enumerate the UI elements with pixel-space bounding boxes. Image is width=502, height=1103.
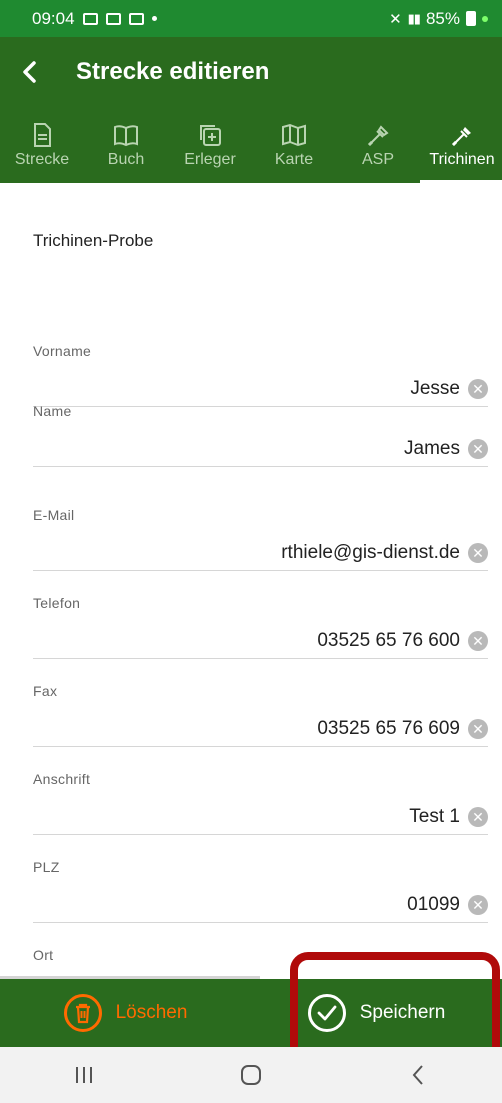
- tab-asp[interactable]: ASP: [336, 107, 420, 183]
- field-value: Jesse: [410, 377, 460, 399]
- field-label: Anschrift: [33, 771, 91, 787]
- save-button[interactable]: Speichern: [251, 979, 502, 1047]
- tab-buch[interactable]: Buch: [84, 107, 168, 183]
- add-copy-icon: [200, 125, 221, 146]
- trash-icon: [63, 994, 102, 1032]
- field-label: Name: [33, 403, 72, 419]
- tab-label: Trichinen: [429, 151, 495, 168]
- delete-button[interactable]: Löschen: [0, 979, 251, 1047]
- field-label: Fax: [33, 683, 58, 699]
- field-value: 03525 65 76 600: [317, 629, 460, 651]
- gallery-notification-icon: [82, 12, 98, 25]
- clear-icon[interactable]: ✕: [468, 542, 488, 563]
- chevron-left-icon: [23, 61, 36, 83]
- clear-icon[interactable]: ✕: [468, 806, 488, 827]
- save-label: Speichern: [359, 1002, 446, 1023]
- tab-label: Strecke: [14, 151, 70, 168]
- field-anschrift: Anschrift Test 1 ✕: [33, 771, 488, 835]
- field-name: Name James ✕: [33, 403, 488, 467]
- field-label: PLZ: [33, 859, 60, 875]
- field-value: Test 1: [409, 805, 460, 827]
- status-left: 09:04: [32, 9, 157, 29]
- form-content[interactable]: Trichinen-Probe Vorname Jesse ✕ Name Jam…: [0, 183, 502, 979]
- field-telefon: Telefon 03525 65 76 600 ✕: [33, 595, 488, 659]
- tab-label: Erleger: [184, 151, 236, 168]
- system-nav: [0, 1047, 502, 1103]
- field-plz: PLZ 01099 ✕: [33, 859, 488, 923]
- clear-icon[interactable]: ✕: [468, 378, 488, 399]
- action-bar: Löschen Speichern: [0, 979, 502, 1047]
- field-ort: Ort: [33, 947, 488, 963]
- clear-icon[interactable]: ✕: [468, 630, 488, 651]
- tab-strecke[interactable]: Strecke: [0, 107, 84, 183]
- email-input[interactable]: rthiele@gis-dienst.de ✕: [33, 535, 488, 571]
- anschrift-input[interactable]: Test 1 ✕: [33, 799, 488, 835]
- field-vorname: Vorname Jesse ✕: [33, 343, 488, 407]
- recent-apps-button[interactable]: [44, 1047, 124, 1103]
- tab-bar: Strecke Buch Erleger Karte ASP Trichinen: [0, 107, 502, 183]
- fax-input[interactable]: 03525 65 76 609 ✕: [33, 711, 488, 747]
- delete-label: Löschen: [115, 1002, 188, 1023]
- charging-icon: [482, 15, 488, 22]
- clear-icon[interactable]: ✕: [468, 718, 488, 739]
- status-time: 09:04: [32, 8, 75, 28]
- section-title: Trichinen-Probe: [33, 231, 154, 250]
- tab-trichinen[interactable]: Trichinen: [420, 107, 502, 183]
- chevron-left-icon: [412, 1065, 424, 1085]
- field-value: 03525 65 76 609: [317, 717, 460, 739]
- check-icon: [307, 994, 346, 1032]
- plz-input[interactable]: 01099 ✕: [33, 887, 488, 923]
- tab-erleger[interactable]: Erleger: [168, 107, 252, 183]
- field-label: Telefon: [33, 595, 81, 611]
- field-label: Vorname: [33, 343, 92, 359]
- clear-icon[interactable]: ✕: [468, 438, 488, 459]
- field-fax: Fax 03525 65 76 609 ✕: [33, 683, 488, 747]
- name-input[interactable]: James ✕: [33, 431, 488, 467]
- status-right: ✕ ▮▮ 85%: [389, 9, 488, 29]
- field-value: 01099: [407, 893, 460, 915]
- video-notification-icon: [105, 12, 121, 25]
- clear-icon[interactable]: ✕: [468, 894, 488, 915]
- map-icon: [282, 123, 306, 147]
- pipette-icon: [451, 127, 471, 147]
- vorname-input[interactable]: Jesse ✕: [33, 371, 488, 407]
- more-notifications-icon: [151, 16, 157, 21]
- battery-icon: [466, 11, 476, 26]
- recent-apps-icon: [75, 1067, 92, 1083]
- tab-label: ASP: [361, 151, 394, 168]
- back-nav-button[interactable]: [378, 1047, 458, 1103]
- battery-percent: 85%: [425, 8, 460, 28]
- home-button[interactable]: [211, 1047, 291, 1103]
- telefon-input[interactable]: 03525 65 76 600 ✕: [33, 623, 488, 659]
- field-value: James: [404, 437, 460, 459]
- pipette-icon: [367, 125, 389, 147]
- app-bar: Strecke editieren: [0, 37, 502, 107]
- document-icon: [34, 123, 51, 147]
- tab-label: Buch: [107, 151, 145, 168]
- book-icon: [114, 125, 138, 147]
- home-icon: [240, 1065, 261, 1085]
- field-label: E-Mail: [33, 507, 75, 523]
- status-bar: 09:04 ✕ ▮▮ 85%: [0, 0, 502, 37]
- tab-karte[interactable]: Karte: [252, 107, 336, 183]
- mute-icon: ✕: [389, 10, 402, 28]
- field-value: rthiele@gis-dienst.de: [281, 541, 460, 563]
- back-button[interactable]: [0, 37, 60, 107]
- page-title: Strecke editieren: [76, 58, 270, 85]
- signal-icon: ▮▮: [407, 10, 421, 26]
- field-email: E-Mail rthiele@gis-dienst.de ✕: [33, 507, 488, 571]
- mail-notification-icon: [128, 12, 144, 25]
- field-label: Ort: [33, 947, 54, 963]
- tab-label: Karte: [274, 151, 314, 168]
